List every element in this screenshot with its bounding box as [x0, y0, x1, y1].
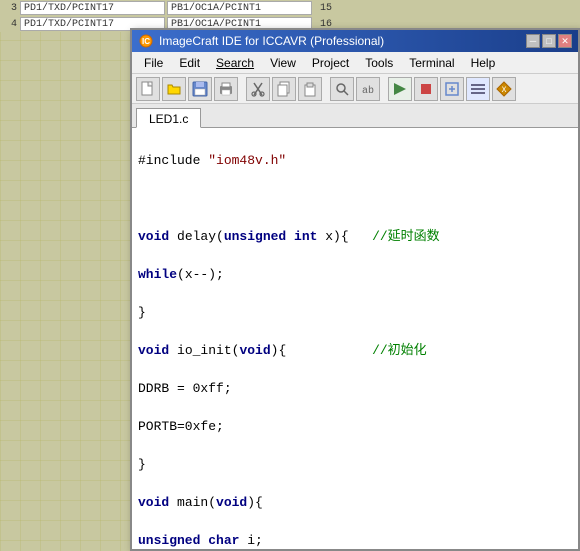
svg-text:X: X: [502, 86, 507, 95]
minimize-button[interactable]: ─: [526, 34, 540, 48]
toolbar-settings[interactable]: [466, 77, 490, 101]
code-line-7: DDRB = 0xff;: [138, 379, 572, 398]
toolbar-debug[interactable]: [440, 77, 464, 101]
toolbar-find[interactable]: [330, 77, 354, 101]
code-line-2: [138, 189, 572, 208]
menu-terminal[interactable]: Terminal: [401, 53, 462, 73]
code-line-3: void delay(unsigned int x){ //延时函数: [138, 227, 572, 246]
menu-project[interactable]: Project: [304, 53, 357, 73]
menu-search[interactable]: Search: [208, 53, 262, 73]
tab-led1c[interactable]: LED1.c: [136, 108, 201, 128]
app-icon: IC: [138, 33, 154, 49]
menu-tools[interactable]: Tools: [357, 53, 401, 73]
row-num-4: 4: [0, 19, 20, 30]
toolbar-paste[interactable]: [298, 77, 322, 101]
code-line-1: #include "iom48v.h": [138, 151, 572, 170]
svg-text:IC: IC: [142, 37, 150, 46]
toolbar-stop[interactable]: [414, 77, 438, 101]
toolbar-open[interactable]: [162, 77, 186, 101]
toolbar: ab: [132, 74, 578, 104]
tab-bar: LED1.c: [132, 104, 578, 128]
toolbar-new[interactable]: [136, 77, 160, 101]
code-line-5: }: [138, 303, 572, 322]
menu-edit[interactable]: Edit: [171, 53, 208, 73]
menu-file[interactable]: File: [136, 53, 171, 73]
svg-text:ab: ab: [362, 85, 374, 97]
code-line-4: while(x--);: [138, 265, 572, 284]
code-line-11: unsigned char i;: [138, 531, 572, 549]
title-text: ImageCraft IDE for ICCAVR (Professional): [159, 34, 526, 48]
window-controls: ─ □ ✕: [526, 34, 572, 48]
toolbar-cut[interactable]: [246, 77, 270, 101]
ide-window: IC ImageCraft IDE for ICCAVR (Profession…: [130, 28, 580, 551]
toolbar-copy[interactable]: [272, 77, 296, 101]
menu-help[interactable]: Help: [463, 53, 504, 73]
code-line-8: PORTB=0xfe;: [138, 417, 572, 436]
title-bar: IC ImageCraft IDE for ICCAVR (Profession…: [132, 30, 578, 52]
code-line-6: void io_init(void){ //初始化: [138, 341, 572, 360]
toolbar-print[interactable]: [214, 77, 238, 101]
menu-view[interactable]: View: [262, 53, 304, 73]
code-area[interactable]: #include "iom48v.h" void delay(unsigned …: [132, 128, 578, 549]
code-line-10: void main(void){: [138, 493, 572, 512]
toolbar-erase[interactable]: X: [492, 77, 516, 101]
top-row-1: 3 PD1/TXD/PCINT17 PB1/OC1A/PCINT1 15: [0, 0, 580, 16]
code-line-9: }: [138, 455, 572, 474]
menu-bar: File Edit Search View Project Tools Term…: [132, 52, 578, 74]
toolbar-build[interactable]: [388, 77, 412, 101]
close-button[interactable]: ✕: [558, 34, 572, 48]
maximize-button[interactable]: □: [542, 34, 556, 48]
code-content[interactable]: #include "iom48v.h" void delay(unsigned …: [132, 128, 578, 549]
toolbar-replace[interactable]: ab: [356, 77, 380, 101]
row-col2-3: PB1/OC1A/PCINT1: [167, 1, 312, 15]
row-num-right-3: 15: [312, 3, 332, 14]
row-col1-3: PD1/TXD/PCINT17: [20, 1, 165, 15]
row-num-3: 3: [0, 3, 20, 14]
toolbar-save[interactable]: [188, 77, 212, 101]
